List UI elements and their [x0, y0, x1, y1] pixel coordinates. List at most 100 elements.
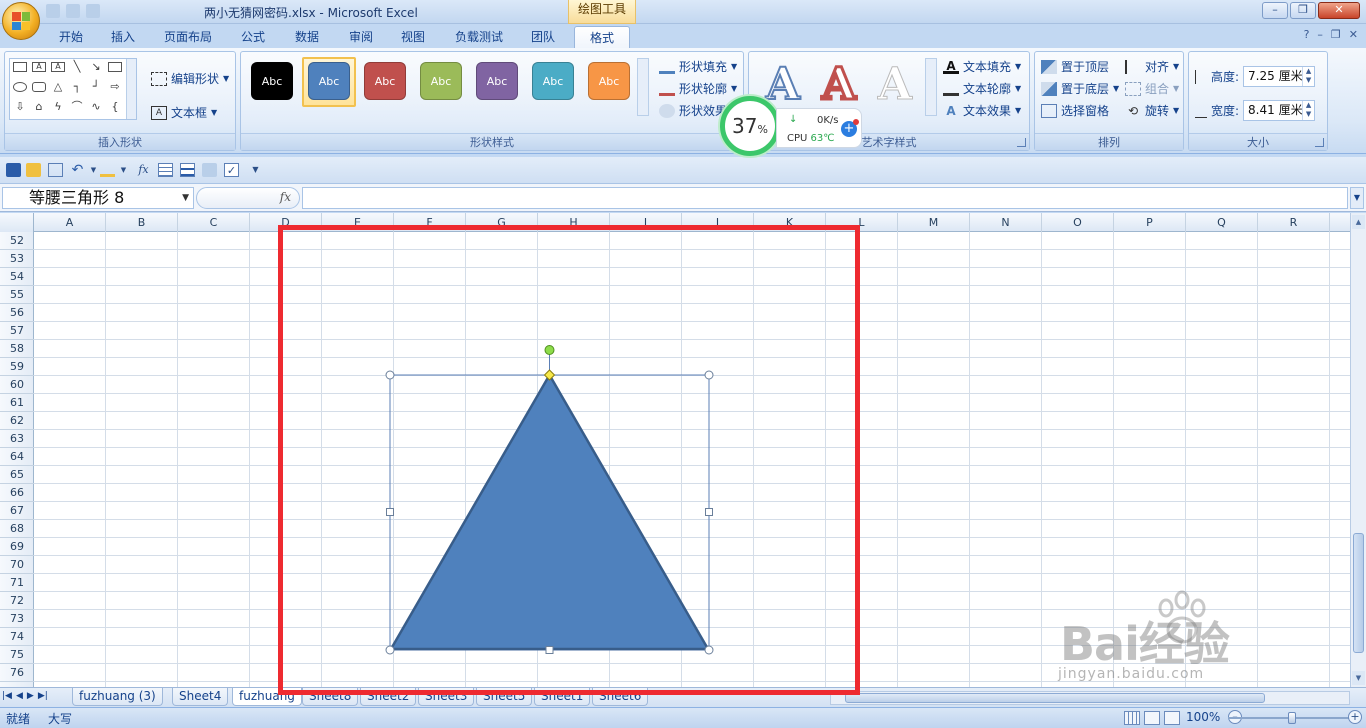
- open-folder-icon[interactable]: [26, 163, 41, 177]
- redo-icon[interactable]: [86, 4, 100, 18]
- chevron-down-icon[interactable]: ▼: [116, 163, 131, 177]
- zoom-level[interactable]: 100%: [1186, 710, 1220, 724]
- prev-sheet-icon[interactable]: ◀: [16, 691, 23, 701]
- print-preview-icon[interactable]: [48, 163, 63, 177]
- rows-icon[interactable]: [180, 163, 195, 177]
- dialog-launcher-icon[interactable]: [1017, 138, 1026, 147]
- resize-handle-bottom-right[interactable]: [704, 645, 714, 655]
- zoom-slider-thumb[interactable]: [1288, 712, 1296, 724]
- rounded-rect-shape-icon[interactable]: [32, 82, 46, 92]
- ribbon-close-icon[interactable]: ✕: [1349, 28, 1358, 41]
- shape-effects-button[interactable]: 形状效果: [659, 102, 727, 119]
- dialog-launcher-icon[interactable]: [1315, 138, 1324, 147]
- arrow-line-shape-icon[interactable]: ↘: [89, 61, 103, 73]
- highlight-icon[interactable]: [100, 163, 115, 177]
- expand-formula-bar-icon[interactable]: ▼: [1350, 187, 1364, 209]
- undo-icon[interactable]: ↶: [70, 163, 85, 177]
- resize-handle-bottom-left[interactable]: [385, 645, 395, 655]
- rotation-handle[interactable]: [544, 345, 555, 355]
- shapes-gallery[interactable]: A A ╲ ↘ △ ┐ ┘ ⇨ ⇩ ⌂ ϟ ⌒ ∿ {: [9, 58, 137, 120]
- style-swatch-green[interactable]: Abc: [420, 62, 462, 100]
- formula-input[interactable]: [302, 187, 1348, 209]
- page-layout-view-icon[interactable]: [1144, 711, 1160, 725]
- horizontal-scroll-thumb[interactable]: [845, 693, 1265, 703]
- function-icon[interactable]: fx: [136, 163, 151, 177]
- arc-shape-icon[interactable]: ⌒: [70, 101, 84, 113]
- line-shape-icon[interactable]: ╲: [70, 61, 84, 73]
- resize-handle-left[interactable]: [386, 508, 394, 516]
- office-button[interactable]: [2, 2, 40, 40]
- elbow-arrow-shape-icon[interactable]: ┘: [89, 81, 103, 93]
- minimize-button[interactable]: –: [1262, 2, 1288, 19]
- group-button[interactable]: 组合 ▼: [1125, 80, 1179, 97]
- gallery-scroll[interactable]: [126, 59, 136, 119]
- scroll-up-icon[interactable]: ▲: [1352, 215, 1365, 229]
- style-swatch-orange[interactable]: Abc: [588, 62, 630, 100]
- sheet-tab[interactable]: Sheet2: [360, 688, 417, 706]
- textbox-shape-icon[interactable]: A: [32, 62, 46, 72]
- align-button[interactable]: 对齐 ▼: [1125, 58, 1179, 75]
- wordart-gallery-scroll[interactable]: [925, 58, 937, 116]
- cpu-monitor-widget[interactable]: 37% ↓ 0K/s CPU 63℃ +: [720, 96, 866, 156]
- insert-function-icon[interactable]: fx: [280, 190, 291, 204]
- normal-view-icon[interactable]: [1124, 711, 1140, 725]
- undo-icon[interactable]: [66, 4, 80, 18]
- ribbon-minimize-icon[interactable]: –: [1317, 28, 1323, 41]
- edit-shape-button[interactable]: 编辑形状 ▼: [151, 70, 229, 87]
- chevron-down-icon[interactable]: ▼: [182, 188, 189, 208]
- height-input[interactable]: 7.25 厘米 ▲ ▼: [1243, 66, 1316, 87]
- tab-view[interactable]: 视图: [392, 26, 434, 48]
- shape-fill-button[interactable]: 形状填充 ▼: [659, 58, 737, 75]
- sheet-tab[interactable]: Sheet5: [476, 688, 533, 706]
- tab-insert[interactable]: 插入: [102, 26, 144, 48]
- sheet-tab[interactable]: Sheet8: [302, 688, 359, 706]
- save-icon[interactable]: [6, 163, 21, 177]
- tab-team[interactable]: 团队: [522, 26, 564, 48]
- spelling-icon[interactable]: ✓: [224, 163, 239, 177]
- rotate-button[interactable]: ⟲ 旋转 ▼: [1125, 102, 1179, 119]
- style-swatch-blue[interactable]: Abc: [308, 62, 350, 100]
- spin-arrows-icon[interactable]: ▲ ▼: [1302, 67, 1314, 86]
- sheet-tab[interactable]: Sheet6: [592, 688, 649, 706]
- name-box[interactable]: 等腰三角形 8 ▼: [2, 187, 194, 209]
- style-swatch-aqua[interactable]: Abc: [532, 62, 574, 100]
- style-swatch-black[interactable]: Abc: [251, 62, 293, 100]
- selection-pane-button[interactable]: 选择窗格: [1041, 102, 1109, 119]
- send-to-back-button[interactable]: 置于底层 ▼: [1041, 80, 1119, 97]
- bring-to-front-button[interactable]: 置于顶层: [1041, 58, 1109, 75]
- tab-review[interactable]: 审阅: [340, 26, 382, 48]
- curve-shape-icon[interactable]: ∿: [89, 101, 103, 113]
- styles-gallery-scroll[interactable]: [637, 58, 649, 116]
- text-box-button[interactable]: A 文本框 ▼: [151, 104, 217, 121]
- ribbon-restore-icon[interactable]: ❐: [1331, 28, 1341, 41]
- tab-home[interactable]: 开始: [50, 26, 92, 48]
- isosceles-triangle-shape[interactable]: [388, 372, 711, 651]
- text-outline-button[interactable]: 文本轮廓 ▼: [943, 80, 1021, 97]
- vertical-textbox-shape-icon[interactable]: A: [51, 62, 65, 72]
- width-input[interactable]: 8.41 厘米 ▲ ▼: [1243, 100, 1316, 121]
- first-sheet-icon[interactable]: |◀: [2, 691, 12, 701]
- tab-formulas[interactable]: 公式: [232, 26, 274, 48]
- customize-qat-icon[interactable]: ▼: [248, 163, 263, 177]
- plus-icon[interactable]: +: [841, 119, 859, 137]
- brace-shape-icon[interactable]: {: [108, 101, 122, 113]
- resize-handle-top-right[interactable]: [704, 370, 714, 380]
- sheet-tab[interactable]: Sheet1: [534, 688, 591, 706]
- tab-format[interactable]: 格式: [574, 26, 630, 48]
- resize-handle-bottom[interactable]: [545, 646, 554, 654]
- worksheet-grid[interactable]: ABCDEFGHIJKLMNOPQR 52 53 54 55 56 57 58 59 60 61 6…: [0, 213, 1350, 687]
- rectangle-shape-icon[interactable]: [13, 62, 27, 72]
- freeform-shape-icon[interactable]: ⌂: [32, 101, 46, 113]
- sheet-tab[interactable]: fuzhuang: [232, 688, 302, 706]
- scroll-down-icon[interactable]: ▼: [1352, 671, 1365, 685]
- spin-arrows-icon[interactable]: ▲ ▼: [1302, 101, 1314, 120]
- oval-shape-icon[interactable]: [13, 82, 27, 92]
- next-sheet-icon[interactable]: ▶: [27, 691, 34, 701]
- last-sheet-icon[interactable]: ▶|: [38, 691, 48, 701]
- chevron-down-icon[interactable]: ▼: [86, 163, 101, 177]
- horizontal-scrollbar[interactable]: [830, 691, 1350, 705]
- tab-data[interactable]: 数据: [286, 26, 328, 48]
- save-icon[interactable]: [46, 4, 60, 18]
- vertical-scroll-thumb[interactable]: [1353, 533, 1364, 653]
- wordart-white-style[interactable]: A: [869, 61, 921, 108]
